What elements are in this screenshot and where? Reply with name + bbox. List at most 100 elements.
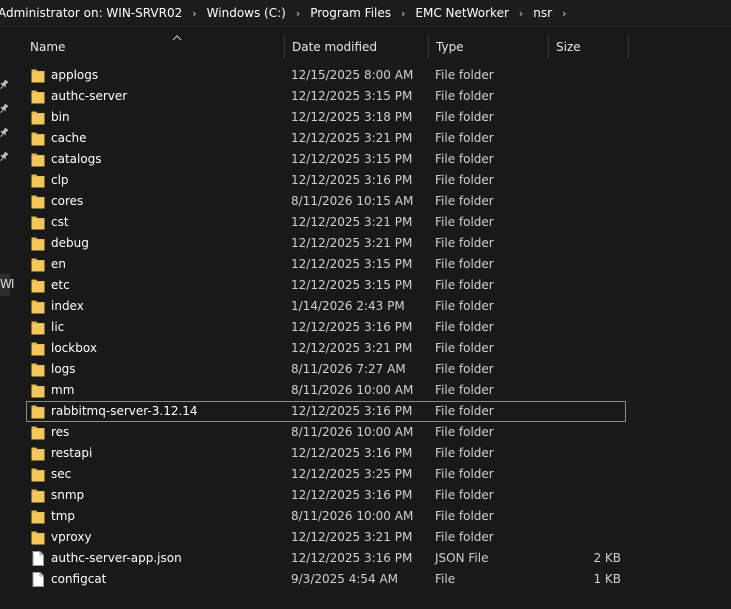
file-list: applogs 12/15/2025 8:00 AM File folder auth…	[26, 65, 626, 590]
breadcrumb-item[interactable]: nsr	[533, 6, 552, 20]
chevron-right-icon[interactable]: ›	[296, 7, 300, 20]
folder-icon	[31, 236, 45, 251]
breadcrumb-item[interactable]: Windows (C:)	[207, 6, 286, 20]
file-name: authc-server	[51, 89, 128, 103]
file-row[interactable]: vproxy 12/12/2025 3:21 PM File folder	[26, 527, 626, 548]
file-row[interactable]: cores 8/11/2026 10:15 AM File folder	[26, 191, 626, 212]
nav-item-label: WI	[0, 277, 14, 291]
file-icon	[31, 572, 45, 587]
navigation-pane	[0, 28, 12, 609]
file-date-modified: 12/12/2025 3:21 PM	[291, 215, 413, 229]
folder-icon	[31, 446, 45, 461]
file-row[interactable]: applogs 12/15/2025 8:00 AM File folder	[26, 65, 626, 86]
folder-icon	[31, 299, 45, 314]
file-name: configcat	[51, 572, 107, 586]
file-name: vproxy	[51, 530, 92, 544]
file-name: cst	[51, 215, 69, 229]
folder-icon	[31, 110, 45, 125]
folder-icon	[31, 257, 45, 272]
file-row[interactable]: catalogs 12/12/2025 3:15 PM File folder	[26, 149, 626, 170]
column-header-date[interactable]: Date modified	[284, 35, 428, 59]
folder-icon	[31, 215, 45, 230]
file-row[interactable]: cache 12/12/2025 3:21 PM File folder	[26, 128, 626, 149]
file-row[interactable]: en 12/12/2025 3:15 PM File folder	[26, 254, 626, 275]
file-date-modified: 12/12/2025 3:18 PM	[291, 110, 413, 124]
column-header-size[interactable]: Size	[548, 35, 628, 59]
chevron-right-icon[interactable]: ›	[519, 7, 523, 20]
file-row[interactable]: cst 12/12/2025 3:21 PM File folder	[26, 212, 626, 233]
chevron-right-icon[interactable]: ›	[192, 7, 196, 20]
file-row[interactable]: clp 12/12/2025 3:16 PM File folder	[26, 170, 626, 191]
file-type: File	[435, 572, 456, 586]
file-row[interactable]: sec 12/12/2025 3:25 PM File folder	[26, 464, 626, 485]
column-header-type-label: Type	[436, 40, 464, 54]
file-type: File folder	[435, 215, 494, 229]
file-name: clp	[51, 173, 69, 187]
file-type: File folder	[435, 362, 494, 376]
file-row[interactable]: restapi 12/12/2025 3:16 PM File folder	[26, 443, 626, 464]
file-row[interactable]: lic 12/12/2025 3:16 PM File folder	[26, 317, 626, 338]
file-row[interactable]: res 8/11/2026 10:00 AM File folder	[26, 422, 626, 443]
file-name: logs	[51, 362, 76, 376]
breadcrumb: Administrator on: WIN-SRVR02 › Windows (C:…	[0, 0, 731, 27]
file-name: snmp	[51, 488, 85, 502]
file-date-modified: 12/12/2025 3:15 PM	[291, 89, 413, 103]
file-type: JSON File	[435, 551, 489, 565]
file-row[interactable]: lockbox 12/12/2025 3:21 PM File folder	[26, 338, 626, 359]
file-date-modified: 12/12/2025 3:16 PM	[291, 488, 413, 502]
file-name: res	[51, 425, 70, 439]
folder-icon	[31, 89, 45, 104]
column-divider[interactable]	[628, 35, 629, 59]
file-row[interactable]: authc-server-app.json 12/12/2025 3:16 PM J…	[26, 548, 626, 569]
file-name: index	[51, 299, 84, 313]
file-row[interactable]: mm 8/11/2026 10:00 AM File folder	[26, 380, 626, 401]
pin-icon[interactable]	[0, 80, 8, 90]
folder-icon	[31, 404, 45, 419]
file-type: File folder	[435, 320, 494, 334]
file-name: cores	[51, 194, 84, 208]
file-date-modified: 12/12/2025 3:21 PM	[291, 530, 413, 544]
file-type: File folder	[435, 404, 494, 418]
file-row[interactable]: rabbitmq-server-3.12.14 12/12/2025 3:16 P…	[26, 401, 626, 422]
file-name: tmp	[51, 509, 76, 523]
folder-icon	[31, 173, 45, 188]
file-row[interactable]: index 1/14/2026 2:43 PM File folder	[26, 296, 626, 317]
file-name: lic	[51, 320, 65, 334]
breadcrumb-item[interactable]: Administrator on: WIN-SRVR02	[0, 6, 182, 20]
file-date-modified: 8/11/2026 10:00 AM	[291, 383, 414, 397]
file-type: File folder	[435, 110, 494, 124]
file-name: rabbitmq-server-3.12.14	[51, 404, 198, 418]
pin-icon[interactable]	[0, 128, 8, 138]
file-type: File folder	[435, 194, 494, 208]
file-row[interactable]: etc 12/12/2025 3:15 PM File folder	[26, 275, 626, 296]
file-name: debug	[51, 236, 89, 250]
file-row[interactable]: authc-server 12/12/2025 3:15 PM File folde…	[26, 86, 626, 107]
file-row[interactable]: logs 8/11/2026 7:27 AM File folder	[26, 359, 626, 380]
file-type: File folder	[435, 89, 494, 103]
file-date-modified: 1/14/2026 2:43 PM	[291, 299, 405, 313]
file-row[interactable]: bin 12/12/2025 3:18 PM File folder	[26, 107, 626, 128]
folder-icon	[31, 509, 45, 524]
file-row[interactable]: snmp 12/12/2025 3:16 PM File folder	[26, 485, 626, 506]
pin-icon[interactable]	[0, 152, 8, 162]
file-row[interactable]: configcat 9/3/2025 4:54 AM File 1 KB	[26, 569, 626, 590]
column-header-name[interactable]: Name	[22, 35, 284, 59]
file-row[interactable]: debug 12/12/2025 3:21 PM File folder	[26, 233, 626, 254]
file-type: File folder	[435, 68, 494, 82]
chevron-right-icon[interactable]: ›	[401, 7, 405, 20]
file-type: File folder	[435, 257, 494, 271]
breadcrumb-item[interactable]: EMC NetWorker	[415, 6, 508, 20]
file-date-modified: 12/15/2025 8:00 AM	[291, 68, 414, 82]
chevron-right-icon[interactable]: ›	[562, 7, 566, 20]
file-type: File folder	[435, 236, 494, 250]
file-type: File folder	[435, 173, 494, 187]
file-date-modified: 12/12/2025 3:16 PM	[291, 320, 413, 334]
file-type: File folder	[435, 299, 494, 313]
column-header-type[interactable]: Type	[428, 35, 548, 59]
folder-icon	[31, 341, 45, 356]
file-date-modified: 12/12/2025 3:21 PM	[291, 341, 413, 355]
file-date-modified: 12/12/2025 3:15 PM	[291, 278, 413, 292]
breadcrumb-item[interactable]: Program Files	[310, 6, 391, 20]
pin-icon[interactable]	[0, 104, 8, 114]
file-row[interactable]: tmp 8/11/2026 10:00 AM File folder	[26, 506, 626, 527]
